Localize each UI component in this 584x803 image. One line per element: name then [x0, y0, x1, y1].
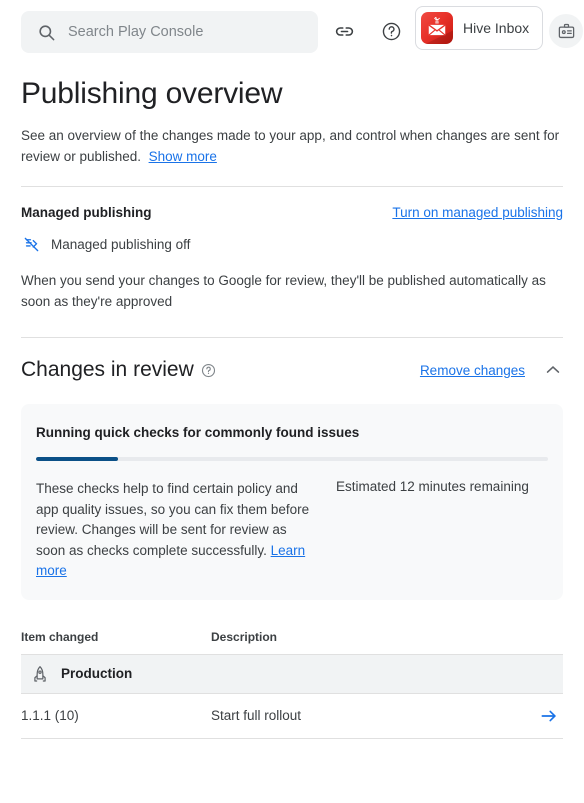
quick-checks-title: Running quick checks for commonly found … — [36, 425, 360, 440]
hive-envelope-icon — [421, 12, 453, 44]
search-icon — [36, 22, 56, 42]
quick-checks-card: Running quick checks for commonly found … — [21, 404, 563, 600]
arrow-right-icon[interactable] — [523, 706, 563, 726]
divider-top — [21, 186, 563, 187]
progress-fill — [36, 457, 118, 461]
changes-in-review-title: Changes in review — [21, 358, 194, 381]
hive-inbox-label: Hive Inbox — [463, 20, 530, 36]
column-header-description: Description — [211, 629, 278, 644]
link-icon[interactable] — [331, 18, 357, 44]
table-row[interactable]: 1.1.1 (10) Start full rollout — [21, 692, 563, 739]
managed-publishing-status-text: Managed publishing off — [51, 236, 191, 252]
managed-publishing-body: When you send your changes to Google for… — [21, 273, 546, 309]
page-description-text: See an overview of the changes made to y… — [21, 128, 560, 164]
table-group-label: Production — [61, 666, 133, 681]
remove-changes-link[interactable]: Remove changes — [420, 363, 525, 378]
quick-checks-columns: These checks help to find certain policy… — [36, 479, 548, 582]
page-description: See an overview of the changes made to y… — [21, 125, 563, 167]
managed-publishing-status: Managed publishing off — [21, 234, 563, 254]
unpublished-off-icon — [21, 234, 41, 254]
managed-publishing-header: Managed publishing Turn on managed publi… — [21, 205, 563, 220]
quick-checks-description: These checks help to find certain policy… — [36, 479, 314, 582]
table-group-row-production: Production — [21, 653, 563, 693]
quick-checks-progress-bar — [36, 457, 548, 461]
rocket-icon — [30, 664, 50, 684]
show-more-link[interactable]: Show more — [149, 149, 217, 164]
page-title: Publishing overview — [21, 77, 283, 110]
divider-middle — [21, 337, 563, 338]
search-input[interactable] — [68, 24, 298, 40]
hive-inbox-chip[interactable]: Hive Inbox — [415, 6, 543, 50]
managed-publishing-label: Managed publishing — [21, 205, 152, 220]
column-header-action — [523, 630, 563, 644]
help-circle-icon[interactable] — [201, 363, 216, 378]
help-circle-icon[interactable] — [378, 18, 404, 44]
id-badge-icon[interactable] — [549, 14, 583, 48]
top-bar: Hive Inbox — [0, 0, 584, 62]
column-header-item-changed: Item changed — [21, 629, 99, 644]
page-content: Publishing overview See an overview of t… — [0, 62, 584, 739]
quick-checks-estimate: Estimated 12 minutes remaining — [336, 479, 529, 494]
table-cell-description: Start full rollout — [211, 708, 302, 723]
search-bar[interactable] — [21, 11, 318, 53]
turn-on-managed-publishing-link[interactable]: Turn on managed publishing — [392, 205, 563, 220]
changes-table: Item changed Description Production 1.1.… — [21, 630, 563, 739]
changes-in-review-header: Changes in review Remove changes — [21, 358, 563, 382]
quick-checks-description-text: These checks help to find certain policy… — [36, 481, 310, 558]
table-cell-item: 1.1.1 (10) — [21, 708, 79, 723]
chevron-up-icon[interactable] — [543, 360, 563, 380]
table-header-row: Item changed Description — [21, 630, 563, 654]
